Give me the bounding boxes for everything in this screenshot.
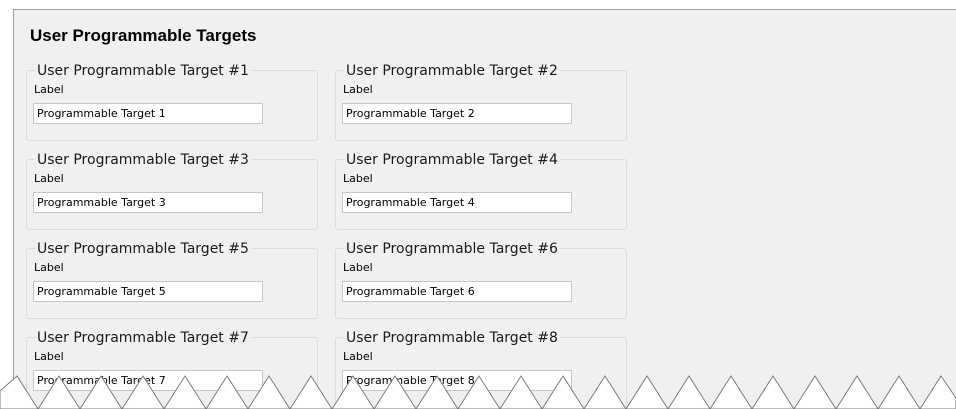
field-label: Label: [343, 261, 373, 274]
target-group-title: User Programmable Target #3: [35, 151, 251, 169]
target-group-7: User Programmable Target #7 Label: [26, 329, 318, 408]
target-group-1: User Programmable Target #1 Label: [26, 62, 318, 141]
target-3-label-input[interactable]: [33, 192, 263, 213]
target-group-6: User Programmable Target #6 Label: [335, 240, 627, 319]
field-label: Label: [34, 261, 64, 274]
field-label: Label: [34, 172, 64, 185]
target-group-title: User Programmable Target #7: [35, 329, 251, 347]
field-label: Label: [343, 172, 373, 185]
target-group-5: User Programmable Target #5 Label: [26, 240, 318, 319]
target-2-label-input[interactable]: [342, 103, 572, 124]
target-group-4: User Programmable Target #4 Label: [335, 151, 627, 230]
field-label: Label: [343, 350, 373, 363]
target-7-label-input[interactable]: [33, 370, 263, 391]
programmable-targets-panel: User Programmable Targets User Programma…: [13, 9, 956, 409]
target-group-title: User Programmable Target #4: [344, 151, 560, 169]
target-4-label-input[interactable]: [342, 192, 572, 213]
target-group-title: User Programmable Target #1: [35, 62, 251, 80]
field-label: Label: [34, 350, 64, 363]
section-title: User Programmable Targets: [30, 26, 257, 45]
field-label: Label: [343, 83, 373, 96]
target-group-2: User Programmable Target #2 Label: [335, 62, 627, 141]
target-8-label-input[interactable]: [342, 370, 572, 391]
field-label: Label: [34, 83, 64, 96]
target-6-label-input[interactable]: [342, 281, 572, 302]
target-1-label-input[interactable]: [33, 103, 263, 124]
target-group-title: User Programmable Target #5: [35, 240, 251, 258]
target-group-3: User Programmable Target #3 Label: [26, 151, 318, 230]
target-group-8: User Programmable Target #8 Label: [335, 329, 627, 408]
target-group-title: User Programmable Target #6: [344, 240, 560, 258]
target-group-title: User Programmable Target #8: [344, 329, 560, 347]
target-group-title: User Programmable Target #2: [344, 62, 560, 80]
target-5-label-input[interactable]: [33, 281, 263, 302]
